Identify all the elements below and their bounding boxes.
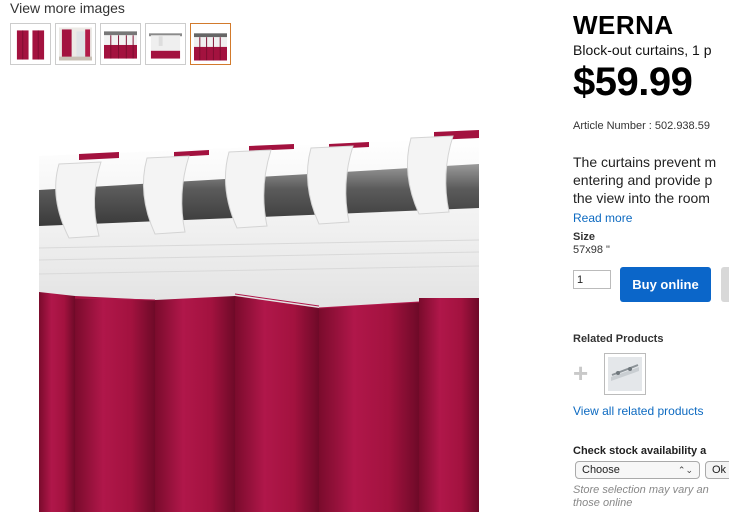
store-select[interactable]: Choose ⌃⌄ — [575, 461, 700, 479]
thumbnail-2[interactable] — [55, 23, 96, 65]
thumbnail-3[interactable] — [100, 23, 141, 65]
store-note-line-2: those online — [573, 497, 633, 509]
related-products-label: Related Products — [573, 333, 664, 345]
curtain-photo — [39, 128, 479, 512]
store-selection-note: Store selection may vary an those online — [573, 484, 729, 510]
quantity-input[interactable] — [573, 270, 611, 289]
product-title: WERNA — [573, 10, 674, 40]
thumbnail-4[interactable] — [145, 23, 186, 65]
related-product-thumbnail[interactable] — [604, 353, 646, 395]
related-product-image — [608, 357, 642, 391]
stock-availability-label: Check stock availability a — [573, 445, 707, 457]
store-select-value: Choose — [582, 464, 620, 476]
thumbnail-strip — [10, 23, 231, 65]
description-line-1: The curtains prevent m — [573, 154, 717, 170]
size-value: 57x98 " — [573, 244, 610, 256]
product-info-panel: WERNA Block-out curtains, 1 p $59.99 Art… — [573, 0, 729, 527]
thumbnail-5-active[interactable] — [190, 23, 231, 65]
thumbnail-2-image — [59, 27, 92, 61]
description-line-2: entering and provide p — [573, 172, 713, 188]
product-subtitle: Block-out curtains, 1 p — [573, 42, 712, 58]
thumbnail-5-image — [194, 27, 227, 61]
ok-button[interactable]: Ok — [705, 461, 729, 479]
article-number: Article Number : 502.938.59 — [573, 120, 710, 132]
product-page: View more images WERNA Block-out curtain… — [0, 0, 729, 527]
plus-icon: + — [573, 358, 589, 388]
main-product-image — [39, 128, 479, 512]
product-description: The curtains prevent m entering and prov… — [573, 153, 729, 207]
product-price: $59.99 — [573, 60, 693, 104]
view-all-related-link[interactable]: View all related products — [573, 404, 704, 418]
thumbnail-4-image — [149, 27, 182, 61]
description-line-3: the view into the room — [573, 190, 710, 206]
size-label: Size — [573, 231, 596, 243]
read-more-link[interactable]: Read more — [573, 211, 632, 225]
thumbnail-1[interactable] — [10, 23, 51, 65]
thumbnail-1-image — [14, 27, 47, 61]
buy-online-button[interactable]: Buy online — [620, 267, 711, 302]
view-more-images-label: View more images — [10, 0, 125, 16]
secondary-action-button[interactable] — [721, 267, 729, 302]
thumbnail-3-image — [104, 27, 137, 61]
store-note-line-1: Store selection may vary an — [573, 484, 709, 496]
select-chevron-icon: ⌃⌄ — [677, 464, 693, 475]
